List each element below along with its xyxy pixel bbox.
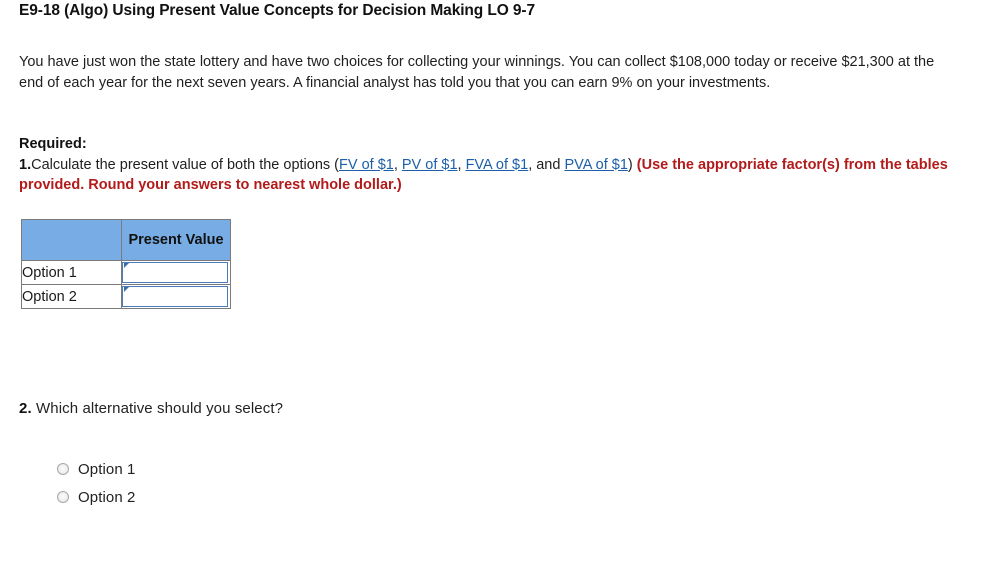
link-separator-2: , (457, 156, 466, 173)
page-title: E9-18 (Algo) Using Present Value Concept… (19, 2, 536, 19)
requirement-1-text-before: Calculate the present value of both the … (31, 156, 340, 173)
link-conjunction: , and (528, 156, 565, 173)
link-fv-of-1[interactable]: FV of $1 (339, 157, 394, 173)
table-header-row: Present Value (21, 219, 231, 261)
alternative-radio-group: Option 1 Option 2 (57, 455, 136, 511)
radio-button-option-2[interactable] (57, 491, 69, 503)
present-value-input-option-1[interactable] (122, 262, 228, 283)
table-header-present-value: Present Value (121, 219, 231, 261)
radio-label-option-1[interactable]: Option 1 (78, 461, 136, 478)
table-header-blank (21, 219, 122, 261)
present-value-answer-table: Present Value Option 1 Option 2 (21, 219, 231, 309)
required-section: Required: 1.Calculate the present value … (19, 134, 949, 196)
input-cell-option-2[interactable] (121, 284, 231, 309)
question-2-number: 2. (19, 400, 32, 417)
exercise-page: E9-18 (Algo) Using Present Value Concept… (0, 0, 988, 580)
problem-statement: You have just won the state lottery and … (19, 54, 935, 91)
requirement-1-text-after: ) (627, 156, 633, 173)
required-heading: Required: (19, 136, 87, 152)
radio-button-option-1[interactable] (57, 463, 69, 475)
radio-row-option-1[interactable]: Option 1 (57, 455, 136, 483)
table-row: Option 2 (21, 284, 231, 309)
present-value-input-option-2[interactable] (122, 286, 228, 307)
row-label-option-2: Option 2 (21, 284, 122, 309)
link-pv-of-1[interactable]: PV of $1 (402, 157, 458, 173)
radio-row-option-2[interactable]: Option 2 (57, 483, 136, 511)
table-body: Option 1 Option 2 (21, 260, 231, 309)
question-2-text: Which alternative should you select? (36, 400, 284, 417)
requirement-1-number: 1. (19, 156, 32, 173)
input-cell-option-1[interactable] (121, 260, 231, 285)
link-fva-of-1[interactable]: FVA of $1 (466, 157, 529, 173)
table-head: Present Value (21, 219, 231, 261)
question-2: 2. Which alternative should you select? (19, 400, 283, 417)
link-separator-1: , (393, 156, 402, 173)
row-label-option-1: Option 1 (21, 260, 122, 285)
link-pva-of-1[interactable]: PVA of $1 (564, 157, 627, 173)
table-row: Option 1 (21, 260, 231, 285)
radio-label-option-2[interactable]: Option 2 (78, 489, 136, 506)
